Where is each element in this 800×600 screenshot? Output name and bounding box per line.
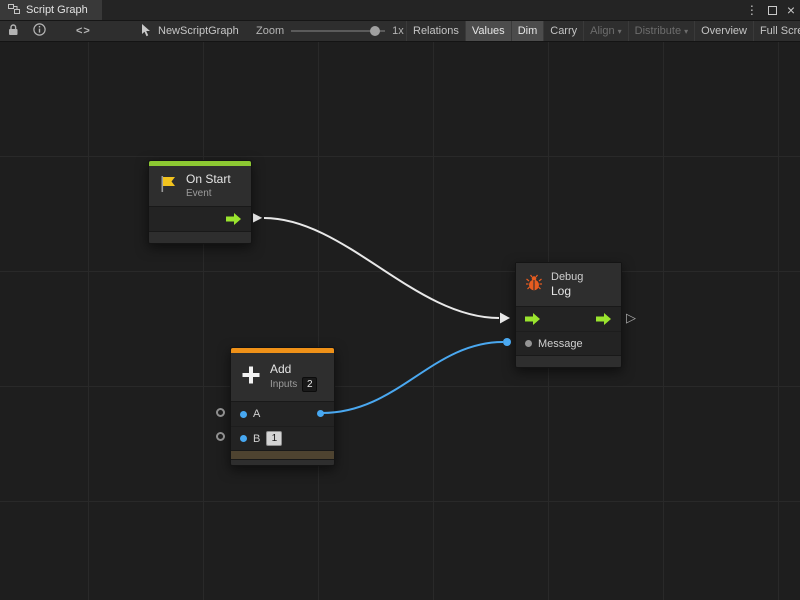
- fullscreen-button[interactable]: Full Screen: [753, 21, 800, 41]
- port-b-row[interactable]: B: [231, 426, 334, 450]
- node-category: Debug: [551, 270, 583, 284]
- log-output-port-icon[interactable]: ▷: [626, 311, 636, 324]
- zoom-value: 1x: [392, 25, 404, 37]
- toolbar-buttons: Relations Values Dim Carry Align ▾ Distr…: [406, 21, 800, 41]
- flow-input-arrow-icon: [525, 313, 541, 325]
- titlebar: Script Graph ⋮ ×: [0, 0, 800, 21]
- flow-output-row[interactable]: [149, 207, 251, 231]
- sum-output-port-icon[interactable]: [317, 410, 324, 417]
- port-b-value-field[interactable]: [266, 431, 282, 446]
- node-title: On Start: [186, 172, 231, 188]
- align-button[interactable]: Align ▾: [583, 21, 627, 41]
- port-b-label: B: [253, 433, 260, 445]
- flag-icon: [158, 174, 178, 199]
- add-input-b-port-icon[interactable]: [216, 432, 225, 441]
- maximize-icon[interactable]: [768, 6, 777, 15]
- tab-script-graph[interactable]: Script Graph: [0, 0, 102, 20]
- graph-name: NewScriptGraph: [158, 25, 239, 37]
- wire-arrowhead-icon: [500, 313, 510, 324]
- wire-end-dot-icon: [503, 338, 511, 346]
- bug-icon: [525, 274, 543, 296]
- info-icon[interactable]: [33, 23, 46, 39]
- plus-icon: [240, 364, 262, 391]
- node-title: Log: [551, 284, 583, 300]
- flow-output-arrow-icon: [596, 313, 612, 325]
- node-add[interactable]: Add Inputs 2 A B: [230, 347, 335, 466]
- chevron-down-icon: ▾: [618, 27, 622, 36]
- on-start-output-port-icon[interactable]: ▶: [253, 211, 262, 223]
- node-header: On Start Event: [149, 166, 251, 206]
- code-icon: <>: [76, 25, 91, 37]
- code-view-button[interactable]: <>: [76, 21, 91, 41]
- cursor-icon: [140, 23, 152, 40]
- node-body: A B: [231, 401, 334, 450]
- add-input-a-port-icon[interactable]: [216, 408, 225, 417]
- zoom-control: Zoom 1x: [256, 21, 404, 41]
- lock-icon[interactable]: [7, 23, 19, 39]
- node-header: Debug Log: [516, 263, 621, 306]
- port-a-row[interactable]: A: [231, 402, 334, 426]
- node-on-start[interactable]: On Start Event: [148, 160, 252, 244]
- tab-title: Script Graph: [26, 4, 88, 16]
- dim-button[interactable]: Dim: [511, 21, 544, 41]
- zoom-slider[interactable]: [291, 25, 385, 37]
- port-a-icon[interactable]: [240, 411, 247, 418]
- flow-ports-row[interactable]: [516, 307, 621, 331]
- wire-add-to-message[interactable]: [322, 342, 503, 413]
- graph-breadcrumb[interactable]: NewScriptGraph: [140, 21, 239, 41]
- node-footer: [231, 459, 334, 465]
- zoom-slider-handle[interactable]: [370, 26, 380, 36]
- zoom-label: Zoom: [256, 25, 284, 37]
- message-port-row[interactable]: Message: [516, 331, 621, 355]
- node-accent-bar: [231, 450, 334, 459]
- values-button[interactable]: Values: [465, 21, 511, 41]
- script-graph-window: Script Graph ⋮ ×: [0, 0, 800, 600]
- wire-onstart-to-log[interactable]: [264, 218, 499, 318]
- node-footer: [149, 231, 251, 243]
- node-footer: [516, 355, 621, 367]
- relations-button[interactable]: Relations: [406, 21, 465, 41]
- port-b-icon[interactable]: [240, 435, 247, 442]
- node-debug-log[interactable]: Debug Log Message: [515, 262, 622, 368]
- message-port-icon[interactable]: [525, 340, 532, 347]
- inputs-label: Inputs: [270, 378, 297, 391]
- node-header: Add Inputs 2: [231, 353, 334, 401]
- script-graph-icon: [8, 3, 20, 18]
- node-body: Message: [516, 306, 621, 355]
- node-title: Add: [270, 362, 317, 378]
- toolbar-left-icons: [7, 21, 46, 41]
- graph-canvas[interactable]: On Start Event: [0, 42, 800, 600]
- chevron-down-icon: ▾: [684, 27, 688, 36]
- node-subtitle: Event: [186, 187, 231, 200]
- close-icon[interactable]: ×: [787, 3, 795, 17]
- window-controls: ⋮ ×: [746, 0, 795, 20]
- carry-button[interactable]: Carry: [543, 21, 583, 41]
- inputs-count-field[interactable]: 2: [302, 377, 317, 392]
- message-port-label: Message: [538, 338, 583, 350]
- port-a-label: A: [253, 408, 260, 420]
- flow-arrow-icon: [226, 213, 242, 225]
- distribute-button[interactable]: Distribute ▾: [628, 21, 694, 41]
- menu-icon[interactable]: ⋮: [746, 4, 758, 16]
- overview-button[interactable]: Overview: [694, 21, 753, 41]
- graph-toolbar: <> NewScriptGraph Zoom 1x Relations Valu: [0, 21, 800, 42]
- node-body: [149, 206, 251, 231]
